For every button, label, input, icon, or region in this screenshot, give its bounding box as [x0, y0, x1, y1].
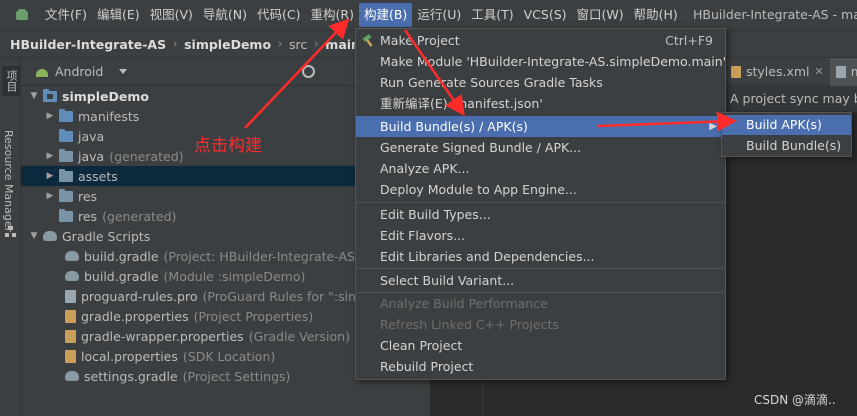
menu-item-generate-signed[interactable]: Generate Signed Bundle / APK...: [356, 137, 725, 158]
menu-run[interactable]: 运行(U): [412, 3, 466, 27]
xml-file-icon: [731, 65, 741, 78]
chevron-right-icon: ▶: [46, 151, 54, 161]
sync-banner: A project sync may be: [725, 86, 857, 112]
folder-icon: [59, 168, 73, 182]
gradle-icon: [43, 231, 57, 241]
android-studio-logo-icon: [14, 7, 30, 23]
folder-icon: [59, 208, 73, 222]
project-view-label: Android: [55, 64, 104, 79]
annotation-text: 点击构建: [194, 136, 262, 156]
tab-styles-xml[interactable]: styles.xml ✕: [725, 58, 830, 86]
menu-item-clean-project[interactable]: Clean Project: [356, 335, 725, 356]
chevron-right-icon: ▶: [46, 171, 54, 181]
module-folder-icon: [43, 88, 57, 102]
structure-icon[interactable]: [5, 226, 16, 237]
submenu-item-build-apks[interactable]: Build APK(s): [722, 115, 851, 135]
chevron-down-icon: [119, 69, 128, 74]
menu-separator: [356, 202, 725, 203]
tab-main[interactable]: m: [829, 57, 857, 86]
menu-item-select-build-variant[interactable]: Select Build Variant...: [356, 270, 725, 291]
close-icon[interactable]: ✕: [815, 65, 824, 78]
menu-separator: [356, 268, 725, 269]
menu-item-run-generate-sources[interactable]: Run Generate Sources Gradle Tasks: [356, 72, 725, 93]
file-icon: [835, 65, 846, 78]
folder-icon: [59, 188, 73, 202]
menu-code[interactable]: 代码(C): [252, 3, 305, 27]
menu-build[interactable]: 构建(B): [358, 3, 413, 27]
menu-refactor[interactable]: 重构(R): [306, 3, 359, 27]
properties-icon: [65, 349, 76, 363]
target-icon[interactable]: [302, 65, 315, 78]
chevron-down-icon: ▼: [30, 91, 38, 101]
left-tool-strip: 项目 Resource Manager: [0, 58, 21, 416]
chevron-right-icon: ›: [277, 37, 283, 51]
watermark: CSDN @滴滴..: [754, 393, 836, 407]
properties-icon: [65, 309, 76, 323]
folder-icon: [59, 148, 73, 162]
build-menu: Make Project Ctrl+F9 Make Module 'HBuild…: [355, 28, 726, 380]
folder-icon: [59, 128, 73, 142]
window-title: HBuilder-Integrate-AS - ma: [693, 7, 857, 22]
chevron-down-icon: ▼: [30, 231, 38, 241]
shortcut-label: Ctrl+F9: [665, 33, 713, 48]
project-tool-tab[interactable]: 项目: [2, 66, 20, 96]
breadcrumb-module[interactable]: simpleDemo: [184, 37, 271, 52]
menu-item-make-module[interactable]: Make Module 'HBuilder-Integrate-AS.simpl…: [356, 51, 726, 72]
menu-item-analyze-build-performance: Analyze Build Performance: [380, 296, 548, 311]
gradle-icon: [65, 371, 79, 381]
menu-view[interactable]: 视图(V): [145, 3, 198, 27]
menu-vcs[interactable]: VCS(S): [519, 3, 572, 27]
menu-help[interactable]: 帮助(H): [629, 3, 683, 27]
hammer-icon: [362, 34, 373, 47]
menu-navigate[interactable]: 导航(N): [198, 3, 252, 27]
menu-item-edit-flavors[interactable]: Edit Flavors...: [356, 225, 725, 246]
menu-item-analyze-apk[interactable]: Analyze APK...: [356, 158, 725, 179]
menu-edit[interactable]: 编辑(E): [92, 3, 145, 27]
menu-file[interactable]: 文件(F): [40, 3, 92, 27]
submenu-arrow-icon: ▶: [709, 121, 717, 132]
menu-bar: 文件(F) 编辑(E) 视图(V) 导航(N) 代码(C) 重构(R) 构建(B…: [0, 0, 857, 30]
chevron-right-icon: ▶: [46, 191, 54, 201]
menu-window[interactable]: 窗口(W): [572, 3, 629, 27]
menu-tools[interactable]: 工具(T): [466, 3, 518, 27]
menu-item-edit-build-types[interactable]: Edit Build Types...: [356, 204, 725, 225]
chevron-right-icon: ▶: [46, 111, 54, 121]
gradle-icon: [65, 251, 79, 261]
folder-icon: [59, 108, 73, 122]
menu-item-refresh-cpp: Refresh Linked C++ Projects: [380, 317, 559, 332]
editor-tabs: styles.xml ✕ m: [725, 57, 857, 86]
menu-item-rebuild-project[interactable]: Rebuild Project: [356, 356, 725, 377]
menu-item-recompile-manifest[interactable]: 重新编译(E) 'manifest.json': [356, 93, 725, 114]
menu-item-make-project[interactable]: Make Project Ctrl+F9: [356, 30, 725, 51]
build-bundle-submenu: Build APK(s) Build Bundle(s): [721, 112, 852, 157]
submenu-item-build-bundles[interactable]: Build Bundle(s): [722, 136, 851, 156]
file-icon: [65, 289, 76, 303]
breadcrumb-src[interactable]: src: [289, 37, 307, 52]
chevron-right-icon: ›: [172, 37, 178, 51]
resource-manager-tool-tab[interactable]: Resource Manager: [2, 130, 15, 232]
breadcrumb-project[interactable]: HBuilder-Integrate-AS: [10, 37, 166, 52]
menu-item-edit-libraries[interactable]: Edit Libraries and Dependencies...: [356, 246, 725, 267]
menu-item-deploy-app-engine[interactable]: Deploy Module to App Engine...: [356, 179, 725, 200]
chevron-right-icon: ›: [313, 37, 319, 51]
properties-icon: [65, 329, 76, 343]
android-icon: [35, 66, 49, 78]
gradle-icon: [65, 271, 79, 281]
menu-item-build-bundle-apk[interactable]: Build Bundle(s) / APK(s) ▶: [356, 116, 725, 137]
